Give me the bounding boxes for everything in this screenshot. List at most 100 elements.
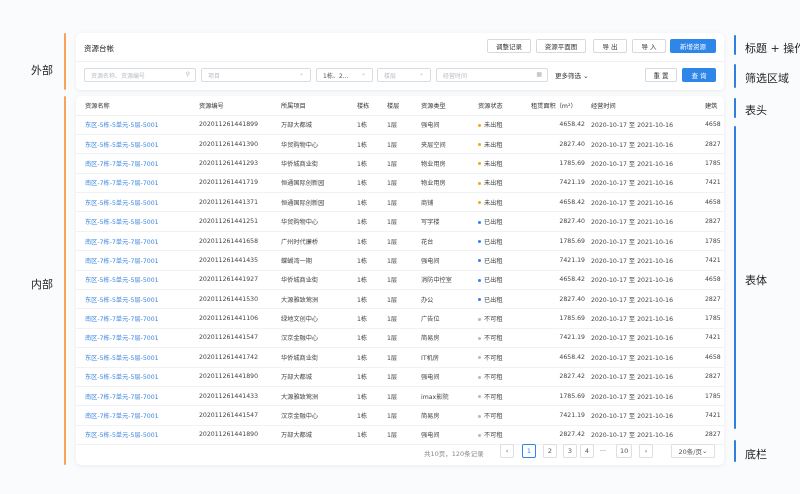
table-cell: 1栋 — [357, 153, 387, 174]
resource-name-link[interactable]: 东区-5栋-5单元-5层-5001 — [76, 347, 199, 368]
resource-name-link[interactable]: 东区-5栋-5单元-5层-5001 — [76, 134, 199, 155]
table-cell: 202011261441293 — [199, 153, 281, 174]
resource-name-link[interactable]: 南区-7栋-7单元-7层-7001 — [76, 153, 199, 174]
time-range-picker[interactable]: 经营时间 ▦ — [436, 68, 548, 82]
table-cell: 202011261441658 — [199, 231, 281, 252]
resource-name-link[interactable]: 南区-7栋-7单元-7层-7001 — [76, 386, 199, 407]
table-cell: 1栋 — [357, 405, 387, 426]
resource-name-link[interactable]: 南区-7栋-7单元-7层-7001 — [76, 250, 199, 271]
area-cell: 1785.69 — [531, 386, 591, 407]
resource-name-link[interactable]: 东区-5栋-5单元-5层-5001 — [76, 211, 199, 232]
column-header: 建筑 — [705, 96, 724, 116]
table-row[interactable]: 东区-5栋-5单元-5层-5001 202011261441371 恒通国际创新园 1… — [76, 192, 724, 213]
table-cell: 2020-10-17 至 2021-10-16 — [591, 250, 705, 271]
building-select[interactable]: 1栋、2... ⌄ — [316, 68, 373, 82]
table-row[interactable]: 南区-7栋-7单元-7层-7001 202011261441106 绿地文创中心 1栋… — [76, 308, 724, 329]
table-row[interactable]: 南区-7栋-7单元-7层-7001 202011261441658 广州时代廉桥 1栋… — [76, 231, 724, 252]
adjust-log-button[interactable]: 调整记录 — [487, 39, 531, 53]
search-placeholder: 资源名称、资源编号 — [91, 72, 146, 80]
table-row[interactable]: 南区-7栋-7单元-7层-7001 202011261441547 汉京金融中心 1栋… — [76, 405, 724, 426]
page-button[interactable]: 1 — [522, 444, 536, 458]
add-resource-button[interactable]: 新增资源 — [670, 39, 716, 53]
status-cell: 已出租 — [478, 270, 531, 291]
table-cell: 7421 — [705, 173, 724, 194]
status-cell: 不可租 — [478, 386, 531, 407]
table-row[interactable]: 南区-7栋-7单元-7层-7001 202011261441719 恒通国际创新园 1… — [76, 173, 724, 194]
table-cell: 1层 — [387, 250, 421, 271]
table-cell: 2020-10-17 至 2021-10-16 — [591, 231, 705, 252]
prev-page-button[interactable]: ‹ — [500, 444, 514, 458]
import-button[interactable]: 导 入 — [632, 39, 666, 53]
table-cell: 恒通国际创新园 — [281, 192, 357, 213]
status-text: 不可租 — [484, 393, 503, 401]
resource-name-link[interactable]: 东区-5栋-5单元-5层-5001 — [76, 270, 199, 291]
page-size-select[interactable]: 20条/页 ⌄ — [671, 444, 715, 458]
resource-name-link[interactable]: 东区-5栋-5单元-5层-5001 — [76, 192, 199, 213]
search-input[interactable]: 资源名称、资源编号 ⚲ — [84, 68, 196, 82]
floor-placeholder: 楼层 — [384, 72, 397, 80]
table-cell: 202011261441927 — [199, 270, 281, 291]
body-bracket — [734, 126, 736, 429]
status-text: 已出租 — [484, 257, 503, 265]
area-cell: 4658.42 — [531, 192, 591, 213]
table-row[interactable]: 南区-7栋-7单元-7层-7001 202011261441547 汉京金融中心 1栋… — [76, 328, 724, 349]
resource-name-link[interactable]: 东区-5栋-5单元-5层-5001 — [76, 367, 199, 387]
status-cell: 未出租 — [478, 192, 531, 213]
resource-name-link[interactable]: 东区-5栋-5单元-5层-5001 — [76, 115, 199, 135]
column-header: 经营时间 — [591, 96, 705, 116]
table-cell: 1层 — [387, 211, 421, 232]
table-row[interactable]: 东区-5栋-5单元-5层-5001 202011261441390 华贸购物中心 1栋… — [76, 134, 724, 155]
table-row[interactable]: 东区-5栋-5单元-5层-5001 202011261441899 万部大都城 1栋 1… — [76, 115, 724, 135]
resource-name-link[interactable]: 南区-7栋-7单元-7层-7001 — [76, 308, 199, 329]
table-cell: 强电间 — [421, 250, 478, 271]
status-dot — [478, 278, 481, 282]
query-button[interactable]: 查 询 — [682, 68, 716, 82]
table-header-row: 资源名称 资源编号 所属项目 楼栋 楼层 资源类型 资源状态 租赁面积（m²） 经营时间 建筑 — [76, 96, 724, 116]
status-text: 不可租 — [484, 432, 503, 440]
resource-name-link[interactable]: 东区-5栋-5单元-5层-5001 — [76, 289, 199, 310]
page-button[interactable]: 2 — [543, 444, 557, 458]
resource-name-link[interactable]: 南区-7栋-7单元-7层-7001 — [76, 231, 199, 252]
table-panel: 资源名称 资源编号 所属项目 楼栋 楼层 资源类型 资源状态 租赁面积（m²） 经营时间 建筑 东… — [76, 96, 724, 465]
table-cell: 广告位 — [421, 308, 478, 329]
table-row[interactable]: 南区-7栋-7单元-7层-7001 202011261441435 蝶蝴湾一期 1栋 1… — [76, 250, 724, 271]
table-cell: 1栋 — [357, 173, 387, 194]
status-dot — [478, 414, 481, 418]
area-cell: 7421.19 — [531, 250, 591, 271]
table-cell: 2020-10-17 至 2021-10-16 — [591, 328, 705, 349]
table-cell: 蝶蝴湾一期 — [281, 250, 357, 271]
table-cell: 202011261441530 — [199, 289, 281, 310]
status-text: 不可租 — [484, 374, 503, 382]
resource-name-link[interactable]: 南区-7栋-7单元-7层-7001 — [76, 405, 199, 426]
table-row[interactable]: 东区-5栋-5单元-5层-5001 202011261441251 华贸购物中心 1栋… — [76, 211, 724, 232]
more-filters-toggle[interactable]: 更多筛选 ⌄ — [555, 70, 589, 80]
export-button[interactable]: 导 出 — [593, 39, 627, 53]
area-cell: 2827.42 — [531, 367, 591, 387]
floor-plan-button[interactable]: 资源平面图 — [536, 39, 586, 53]
project-select[interactable]: 项目 ⌄ — [201, 68, 311, 82]
table-cell: 202011261441899 — [199, 115, 281, 135]
page-button[interactable]: 10 — [616, 444, 633, 458]
resource-name-link[interactable]: 南区-7栋-7单元-7层-7001 — [76, 173, 199, 194]
table-row[interactable]: 东区-5栋-5单元-5层-5001 202011261441890 万部大都城 1栋 1… — [76, 367, 724, 387]
table-row[interactable]: 东区-5栋-5单元-5层-5001 202011261441927 华侨城商业街 1栋… — [76, 270, 724, 291]
page-button[interactable]: 3 — [563, 444, 577, 458]
table-row[interactable]: 东区-5栋-5单元-5层-5001 202011261441530 大源雅致莺洲 1栋… — [76, 289, 724, 310]
annotation-table-body: 表体 — [745, 274, 767, 287]
resource-name-link[interactable]: 南区-7栋-7单元-7层-7001 — [76, 328, 199, 349]
next-page-button[interactable]: › — [639, 444, 653, 458]
table-row[interactable]: 南区-7栋-7单元-7层-7001 202011261441433 大源雅致莺洲 1栋… — [76, 386, 724, 407]
table-cell: 4658 — [705, 192, 724, 213]
table-row[interactable]: 东区-5栋-5单元-5层-5001 202011261441742 华侨城商业街 1栋… — [76, 347, 724, 368]
table-cell: 1栋 — [357, 134, 387, 155]
column-header: 楼栋 — [357, 96, 387, 116]
table-cell: 绿地文创中心 — [281, 308, 357, 329]
reset-button[interactable]: 重 置 — [645, 68, 677, 82]
table-cell: 办公 — [421, 289, 478, 310]
table-row[interactable]: 南区-7栋-7单元-7层-7001 202011261441293 华侨城商业街 1栋… — [76, 153, 724, 174]
table-cell: 2020-10-17 至 2021-10-16 — [591, 270, 705, 291]
table-cell: 华侨城商业街 — [281, 347, 357, 368]
page-button[interactable]: 4 — [580, 444, 594, 458]
table-cell: 1785 — [705, 153, 724, 174]
floor-select[interactable]: 楼层 ⌄ — [377, 68, 431, 82]
